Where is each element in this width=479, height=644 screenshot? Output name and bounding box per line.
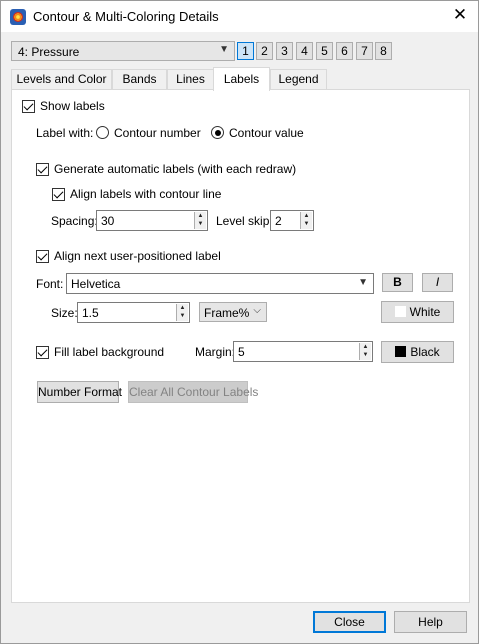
margin-value: 5	[238, 345, 245, 359]
tab-levels-and-color[interactable]: Levels and Color	[11, 69, 112, 90]
spacing-value: 30	[101, 214, 115, 228]
group-button-3[interactable]: 3	[276, 42, 293, 60]
tab-lines[interactable]: Lines	[167, 69, 214, 90]
variable-select-value: 4: Pressure	[18, 45, 80, 59]
align-user-label-label: Align next user-positioned label	[54, 249, 221, 263]
level-skip-value: 2	[275, 214, 282, 228]
tab-labels[interactable]: Labels	[213, 67, 270, 91]
group-button-6[interactable]: 6	[336, 42, 353, 60]
italic-button[interactable]: I	[422, 273, 453, 292]
tab-bands[interactable]: Bands	[112, 69, 167, 90]
level-skip-spinner[interactable]: 2 ▲ ▼	[270, 210, 314, 231]
group-button-4[interactable]: 4	[296, 42, 313, 60]
size-units-value: Frame%	[204, 306, 250, 320]
fill-label-bg-label: Fill label background	[54, 345, 165, 359]
generate-auto-labels-checkbox[interactable]	[36, 163, 49, 176]
close-button[interactable]: Close	[313, 611, 386, 633]
size-label: Size:	[51, 306, 78, 320]
help-button[interactable]: Help	[394, 611, 467, 633]
title-bar: Contour & Multi-Coloring Details ✕	[1, 1, 478, 32]
size-spin-buttons[interactable]: ▲ ▼	[176, 304, 188, 321]
align-contour-checkbox[interactable]	[52, 188, 65, 201]
variable-select[interactable]: 4: Pressure ▼	[11, 41, 235, 61]
size-units-select[interactable]: Frame% ⌵	[199, 302, 267, 322]
font-select[interactable]: Helvetica ▼	[66, 273, 374, 294]
spacing-label: Spacing:	[51, 214, 98, 228]
size-value: 1.5	[82, 306, 99, 320]
group-button-7[interactable]: 7	[356, 42, 373, 60]
level-skip-spin-buttons[interactable]: ▲ ▼	[300, 212, 312, 229]
font-label: Font:	[36, 277, 64, 291]
align-contour-label: Align labels with contour line	[70, 187, 222, 201]
close-window-icon[interactable]: ✕	[451, 6, 469, 24]
number-format-button[interactable]: Number Format	[37, 381, 122, 403]
chevron-down-icon: ⌵	[253, 305, 261, 316]
show-labels-checkbox[interactable]	[22, 100, 35, 113]
size-spinner[interactable]: 1.5 ▲ ▼	[77, 302, 190, 323]
generate-auto-labels-label: Generate automatic labels (with each red…	[54, 162, 297, 176]
chevron-down-icon: ▼	[358, 277, 368, 288]
text-color-label: White	[409, 305, 441, 319]
window-title: Contour & Multi-Coloring Details	[33, 9, 219, 24]
group-button-1[interactable]: 1	[237, 42, 254, 60]
contour-value-radio[interactable]	[211, 126, 224, 139]
spacing-spinner[interactable]: 30 ▲ ▼	[96, 210, 208, 231]
clear-all-labels-button[interactable]: Clear All Contour Labels	[128, 381, 258, 403]
app-logo-icon	[10, 9, 26, 25]
align-user-label-checkbox[interactable]	[36, 250, 49, 263]
margin-spinner[interactable]: 5 ▲ ▼	[233, 341, 373, 362]
white-swatch-icon	[394, 306, 406, 317]
group-button-5[interactable]: 5	[316, 42, 333, 60]
contour-value-label: Contour value	[229, 126, 304, 140]
contour-number-label: Contour number	[114, 126, 201, 140]
spacing-spin-buttons[interactable]: ▲ ▼	[194, 212, 206, 229]
dialog-window: Contour & Multi-Coloring Details ✕ 4: Pr…	[0, 0, 479, 644]
bg-color-label: Black	[410, 345, 440, 359]
margin-spin-buttons[interactable]: ▲ ▼	[359, 343, 371, 360]
bold-button[interactable]: B	[382, 273, 413, 292]
margin-label: Margin:	[195, 345, 236, 359]
show-labels-label: Show labels	[40, 99, 105, 113]
font-value: Helvetica	[71, 277, 121, 291]
group-button-2[interactable]: 2	[256, 42, 273, 60]
chevron-down-icon: ▼	[219, 44, 229, 55]
fill-label-bg-checkbox[interactable]	[36, 346, 49, 359]
label-with-label: Label with:	[36, 126, 94, 140]
tab-legend[interactable]: Legend	[270, 69, 327, 90]
bg-color-button[interactable]: Black	[381, 341, 454, 363]
group-button-8[interactable]: 8	[375, 42, 392, 60]
level-skip-label: Level skip:	[216, 214, 273, 228]
text-color-button[interactable]: White	[381, 301, 454, 323]
black-swatch-icon	[395, 346, 407, 357]
contour-number-radio[interactable]	[96, 126, 109, 139]
